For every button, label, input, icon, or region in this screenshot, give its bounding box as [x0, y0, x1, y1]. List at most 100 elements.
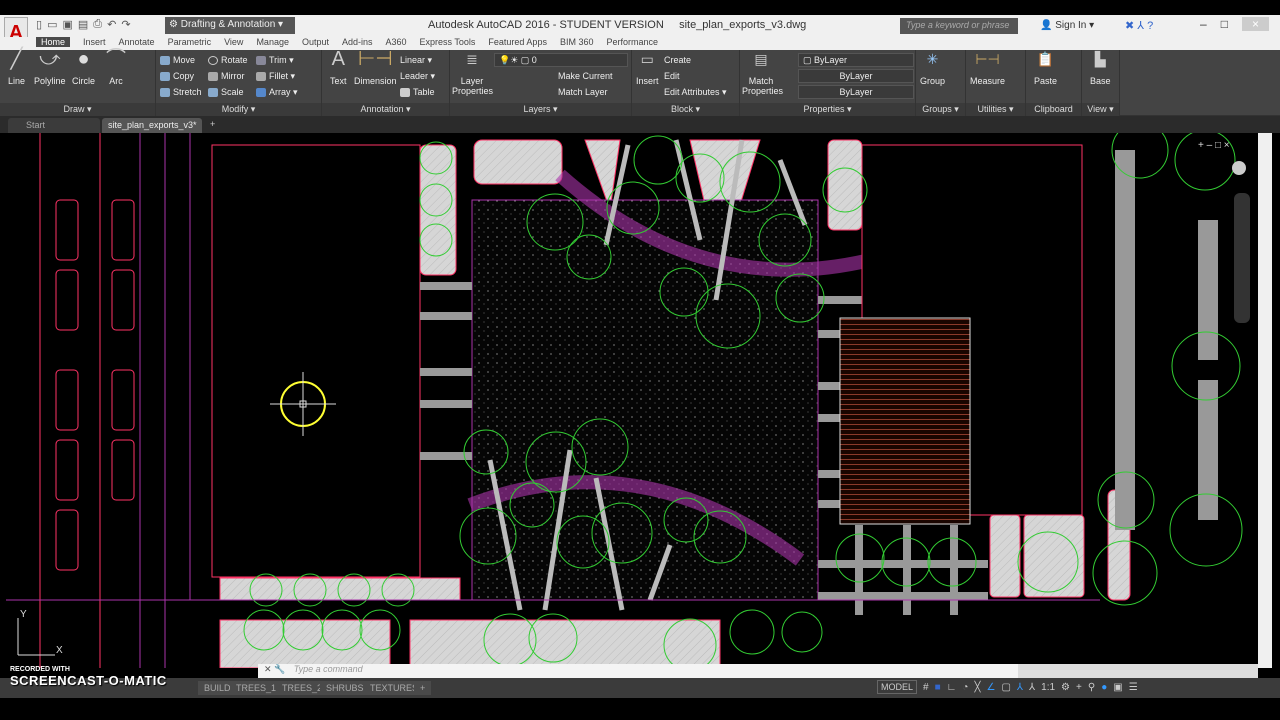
- workspace-gear-icon[interactable]: ⚙: [1061, 682, 1070, 693]
- tab-parametric[interactable]: Parametric: [168, 37, 212, 47]
- measure-button[interactable]: ⊢⊣ Measure: [970, 52, 1005, 86]
- redo-icon[interactable]: ↷: [121, 18, 130, 31]
- tab-output[interactable]: Output: [302, 37, 329, 47]
- array-button[interactable]: Array ▾: [256, 87, 298, 98]
- help-icon[interactable]: ?: [1147, 20, 1153, 32]
- mirror-button[interactable]: Mirror: [208, 71, 245, 82]
- navigation-bar[interactable]: [1234, 193, 1250, 323]
- selection-icon[interactable]: ▢: [1001, 682, 1010, 693]
- tab-annotate[interactable]: Annotate: [119, 37, 155, 47]
- linear-button[interactable]: Linear ▾: [400, 55, 432, 66]
- a360-icon[interactable]: ⅄: [1137, 20, 1144, 32]
- modify-panel-title[interactable]: Modify ▾: [156, 103, 321, 116]
- linetype-dropdown[interactable]: ByLayer: [798, 69, 914, 83]
- trim-button[interactable]: Trim ▾: [256, 55, 294, 66]
- make-current-button[interactable]: Make Current: [558, 71, 613, 81]
- tab-addins[interactable]: Add-ins: [342, 37, 373, 47]
- ortho-icon[interactable]: ∟: [947, 682, 957, 693]
- tab-start[interactable]: Start: [8, 118, 100, 133]
- insert-button[interactable]: ▭ Insert: [636, 52, 659, 86]
- snap-icon[interactable]: ■: [935, 682, 941, 693]
- leader-button[interactable]: Leader ▾: [400, 71, 435, 82]
- create-block-button[interactable]: Create: [664, 55, 691, 65]
- minimize-button[interactable]: –: [1200, 17, 1207, 31]
- tab-manage[interactable]: Manage: [256, 37, 289, 47]
- osnap-icon[interactable]: ╳: [974, 682, 980, 693]
- otrack-icon[interactable]: ∠: [987, 682, 996, 693]
- layer-dropdown[interactable]: 💡☀ ▢ 0: [494, 53, 628, 67]
- customize-icon[interactable]: ☰: [1129, 682, 1138, 693]
- undo-icon[interactable]: ↶: [107, 18, 116, 31]
- saveas-icon[interactable]: ▤: [78, 18, 88, 31]
- color-dropdown[interactable]: ▢ ByLayer: [798, 53, 914, 67]
- annotation-panel-title[interactable]: Annotation ▾: [322, 103, 449, 116]
- command-close-icon[interactable]: ✕ 🔧: [258, 664, 291, 674]
- polyline-button[interactable]: ⤻ Polyline: [34, 49, 66, 86]
- dimension-button[interactable]: ⊢⊣ Dimension: [354, 49, 397, 86]
- move-button[interactable]: Move: [160, 55, 195, 66]
- viewcube-icon[interactable]: [1232, 161, 1246, 175]
- block-panel-title[interactable]: Block ▾: [632, 103, 739, 116]
- open-icon[interactable]: ▭: [47, 18, 57, 31]
- line-button[interactable]: ╱ Line: [8, 49, 25, 86]
- copy-button[interactable]: Copy: [160, 71, 194, 82]
- maximize-button[interactable]: □: [1221, 17, 1228, 31]
- scale-button[interactable]: Scale: [208, 87, 244, 98]
- text-button[interactable]: A Text: [330, 49, 347, 86]
- command-line[interactable]: ✕ 🔧 Type a command: [258, 664, 1018, 678]
- match-layer-button[interactable]: Match Layer: [558, 87, 608, 97]
- workspace-dropdown[interactable]: ⚙ Drafting & Annotation ▾: [165, 17, 295, 34]
- add-layout-button[interactable]: +: [414, 681, 432, 695]
- properties-panel-title[interactable]: Properties ▾: [740, 103, 915, 116]
- rotate-button[interactable]: Rotate: [208, 55, 248, 66]
- layout-tab-shrubs[interactable]: SHRUBS: [320, 681, 370, 695]
- plus-icon[interactable]: +: [1076, 682, 1082, 693]
- sign-in-button[interactable]: 👤 Sign In ▾: [1040, 20, 1094, 31]
- base-button[interactable]: ▙ Base: [1090, 52, 1111, 86]
- vertical-scrollbar[interactable]: [1258, 133, 1272, 668]
- annotation-scale[interactable]: 1:1: [1041, 682, 1055, 693]
- tab-bim360[interactable]: BIM 360: [560, 37, 594, 47]
- clipboard-panel-title[interactable]: Clipboard: [1026, 103, 1081, 116]
- edit-attributes-button[interactable]: Edit Attributes ▾: [664, 87, 727, 98]
- annotation-visibility-icon[interactable]: ⅄: [1017, 682, 1023, 693]
- tab-insert[interactable]: Insert: [83, 37, 106, 47]
- tab-performance[interactable]: Performance: [606, 37, 658, 47]
- draw-panel-title[interactable]: Draw ▾: [0, 103, 155, 116]
- fillet-button[interactable]: Fillet ▾: [256, 71, 295, 82]
- search-input[interactable]: Type a keyword or phrase: [900, 18, 1018, 34]
- command-input[interactable]: Type a command: [294, 664, 363, 674]
- stretch-button[interactable]: Stretch: [160, 87, 202, 98]
- tab-featured-apps[interactable]: Featured Apps: [488, 37, 547, 47]
- annotation-autoscale-icon[interactable]: ⅄: [1029, 682, 1035, 693]
- clean-screen-icon[interactable]: ▣: [1113, 682, 1122, 693]
- table-button[interactable]: Table: [400, 87, 435, 98]
- hardware-accel-icon[interactable]: ●: [1101, 682, 1107, 693]
- groups-panel-title[interactable]: Groups ▾: [916, 103, 965, 116]
- edit-block-button[interactable]: Edit: [664, 71, 680, 81]
- layout-tab-trees-1[interactable]: TREES_1: [230, 681, 283, 695]
- model-space-button[interactable]: MODEL: [877, 680, 918, 694]
- polar-icon[interactable]: ◔: [962, 682, 968, 693]
- exchange-icon[interactable]: ✖: [1125, 20, 1134, 32]
- isolate-icon[interactable]: ⚲: [1088, 682, 1095, 693]
- horizontal-scrollbar[interactable]: [1018, 664, 1258, 678]
- arc-button[interactable]: ⌒ Arc: [106, 49, 126, 86]
- tab-express-tools[interactable]: Express Tools: [420, 37, 476, 47]
- close-button[interactable]: ×: [1241, 17, 1269, 31]
- paste-button[interactable]: 📋 Paste: [1034, 52, 1057, 86]
- lineweight-dropdown[interactable]: ByLayer: [798, 85, 914, 99]
- group-button[interactable]: ✳ Group: [920, 52, 945, 86]
- tab-home[interactable]: Home: [36, 37, 71, 47]
- tab-a360[interactable]: A360: [386, 37, 407, 47]
- drawing-canvas[interactable]: Y X: [6, 133, 1258, 668]
- match-properties-button[interactable]: ▤ Match Properties: [742, 52, 783, 96]
- new-icon[interactable]: ▯: [36, 18, 42, 31]
- viewport-controls[interactable]: + – □ ×: [1198, 140, 1250, 323]
- utilities-panel-title[interactable]: Utilities ▾: [966, 103, 1025, 116]
- new-tab-button[interactable]: +: [206, 118, 219, 133]
- circle-button[interactable]: ● Circle: [72, 49, 95, 86]
- tab-document[interactable]: site_plan_exports_v3*: [102, 118, 202, 133]
- layer-properties-button[interactable]: ≣ Layer Properties: [452, 52, 493, 96]
- save-icon[interactable]: ▣: [62, 18, 72, 31]
